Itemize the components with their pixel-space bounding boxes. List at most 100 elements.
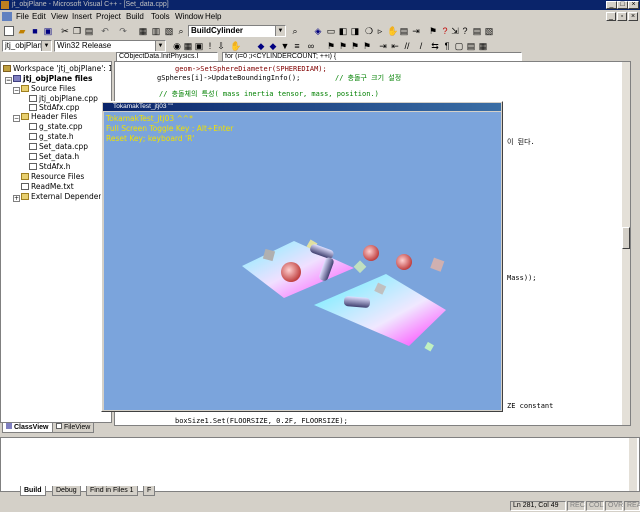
bookmark-clear-icon[interactable]: ⚑ <box>362 41 372 51</box>
windows-icon[interactable]: ▧ <box>164 26 174 36</box>
uncomment-icon[interactable]: /∗ <box>416 41 426 61</box>
chevron-down-icon[interactable]: ▼ <box>41 41 51 51</box>
save-icon[interactable]: ■ <box>30 26 40 36</box>
tab-find-in-files-2[interactable]: F <box>143 486 156 496</box>
game-scene[interactable]: TokamakTest_jtj03 ^^* Full Screen Toggle… <box>104 112 501 410</box>
find-combo[interactable]: BuildCylinder ▼ <box>188 25 286 37</box>
workspace-root[interactable]: Workspace 'jtj_objPlane': 1 <box>3 64 111 74</box>
file-item[interactable]: g_state.h <box>29 132 74 142</box>
compile-icon[interactable]: ◉ <box>172 41 182 51</box>
tab-classview[interactable]: ClassView <box>2 423 53 433</box>
build-icon[interactable]: ▭ <box>326 26 336 36</box>
filter-icon[interactable]: ▼ <box>280 41 290 51</box>
config-combo[interactable]: Win32 Release ▼ <box>54 40 166 52</box>
go-icon[interactable]: ▹ <box>375 26 385 36</box>
indent-icon[interactable]: ⇥ <box>378 41 388 51</box>
binoculars-icon[interactable]: ∞ <box>306 41 316 51</box>
game-window-title-bar[interactable]: TokamakTest_jtj03 "" <box>103 103 501 111</box>
help-icon[interactable]: ? <box>440 26 450 36</box>
menu-window[interactable]: Window <box>175 11 203 22</box>
close-button[interactable]: × <box>628 1 639 9</box>
file-item[interactable]: Set_data.cpp <box>29 142 88 152</box>
find-icon[interactable]: ⌕ <box>290 26 300 36</box>
document-icon[interactable] <box>2 12 12 21</box>
chevron-down-icon[interactable]: ▼ <box>155 41 165 51</box>
indent-icon[interactable]: ⇥ <box>411 26 421 36</box>
scrollbar-thumb[interactable] <box>622 227 630 249</box>
collapse-icon[interactable]: − <box>5 77 12 84</box>
template-icon[interactable]: ▤ <box>472 26 482 36</box>
collapse-icon[interactable]: − <box>13 115 20 122</box>
workspace-icon[interactable]: ▦ <box>138 26 148 36</box>
external-dependencies-folder[interactable]: + External Dependen <box>13 192 103 202</box>
wizard-bar-icon[interactable]: ◆ <box>256 41 266 51</box>
header-files-folder[interactable]: − Header Files <box>13 112 77 122</box>
menu-edit[interactable]: Edit <box>32 11 46 22</box>
file-item[interactable]: Set_data.h <box>29 152 79 162</box>
minimize-button[interactable]: _ <box>606 1 617 9</box>
bookmark-icon[interactable]: ⚑ <box>428 26 438 36</box>
file-item[interactable]: StdAfx.h <box>29 162 71 172</box>
format-icon[interactable]: ▤ <box>466 41 476 51</box>
whats-this-icon[interactable]: ? <box>460 26 470 36</box>
editor-scrollbar[interactable] <box>622 62 630 425</box>
tab-icon[interactable]: ⇆ <box>430 41 440 51</box>
mdi-restore-button[interactable]: ▫ <box>617 12 627 21</box>
menu-project[interactable]: Project <box>96 11 121 22</box>
tab-debug[interactable]: Debug <box>52 486 81 496</box>
maximize-button[interactable]: □ <box>617 1 628 9</box>
tab-fileview[interactable]: FileView <box>52 423 95 433</box>
new-icon[interactable] <box>4 26 14 36</box>
compile-icon[interactable]: ◧ <box>338 26 348 36</box>
bookmark-prev-icon[interactable]: ⚑ <box>350 41 360 51</box>
menu-view[interactable]: View <box>51 11 68 22</box>
tab-build[interactable]: Build <box>20 486 46 496</box>
class-wizard-icon[interactable]: ◈ <box>313 26 323 36</box>
stop-icon[interactable]: ▣ <box>194 41 204 51</box>
go-icon[interactable]: ⇩ <box>216 41 226 51</box>
project-combo[interactable]: jtj_objPlane ▼ <box>2 40 52 52</box>
execute-icon[interactable]: ! <box>205 41 215 51</box>
output-panel[interactable] <box>0 437 640 492</box>
breakpoint-icon[interactable]: ✋ <box>230 41 241 51</box>
mdi-minimize-button[interactable]: _ <box>606 12 616 21</box>
open-icon[interactable]: ▰ <box>17 26 27 36</box>
paste-icon[interactable]: ▤ <box>84 26 94 36</box>
save-all-icon[interactable]: ▣ <box>43 26 53 36</box>
insert-icon[interactable]: ▤ <box>399 26 409 36</box>
menu-tools[interactable]: Tools <box>151 11 170 22</box>
class-icon[interactable]: ◆ <box>268 41 278 51</box>
project-node[interactable]: − jtj_objPlane files <box>5 74 92 84</box>
stop-build-icon[interactable]: ◨ <box>350 26 360 36</box>
source-files-folder[interactable]: − Source Files <box>13 84 76 94</box>
find-in-files-icon[interactable]: ⌕ <box>176 26 186 36</box>
tools-icon[interactable]: ▦ <box>478 41 488 51</box>
copy-icon[interactable]: ❐ <box>72 26 82 36</box>
menu-build[interactable]: Build <box>126 11 144 22</box>
menu-file[interactable]: File <box>16 11 29 22</box>
close-all-icon[interactable]: ▢ <box>454 41 464 51</box>
comment-icon[interactable]: // <box>402 41 412 51</box>
outdent-icon[interactable]: ⇤ <box>390 41 400 51</box>
execute-icon[interactable]: ❍ <box>364 26 374 36</box>
output-icon[interactable]: ▥ <box>151 26 161 36</box>
expand-icon[interactable]: + <box>13 195 20 202</box>
chevron-down-icon[interactable]: ▼ <box>275 26 285 36</box>
file-item[interactable]: g_state.cpp <box>29 122 83 132</box>
cut-icon[interactable]: ✂ <box>60 26 70 36</box>
breakpoint-icon[interactable]: ✋ <box>387 26 398 36</box>
tab-find-in-files[interactable]: Find in Files 1 <box>86 486 138 496</box>
collapse-icon[interactable]: − <box>13 87 20 94</box>
list-icon[interactable]: ≡ <box>292 41 302 51</box>
menu-insert[interactable]: Insert <box>72 11 92 22</box>
output-scrollbar[interactable] <box>629 438 637 491</box>
build-icon[interactable]: ▦ <box>183 41 193 51</box>
mdi-close-button[interactable]: × <box>628 12 638 21</box>
menu-help[interactable]: Help <box>205 11 221 22</box>
resource-files-folder[interactable]: Resource Files <box>21 172 84 182</box>
redo-icon[interactable]: ↷ <box>118 26 128 36</box>
bookmark-toggle-icon[interactable]: ⚑ <box>326 41 336 51</box>
bookmark-next-icon[interactable]: ⚑ <box>338 41 348 51</box>
context-help-icon[interactable]: ⇲ <box>450 26 460 36</box>
undo-icon[interactable]: ↶ <box>100 26 110 36</box>
